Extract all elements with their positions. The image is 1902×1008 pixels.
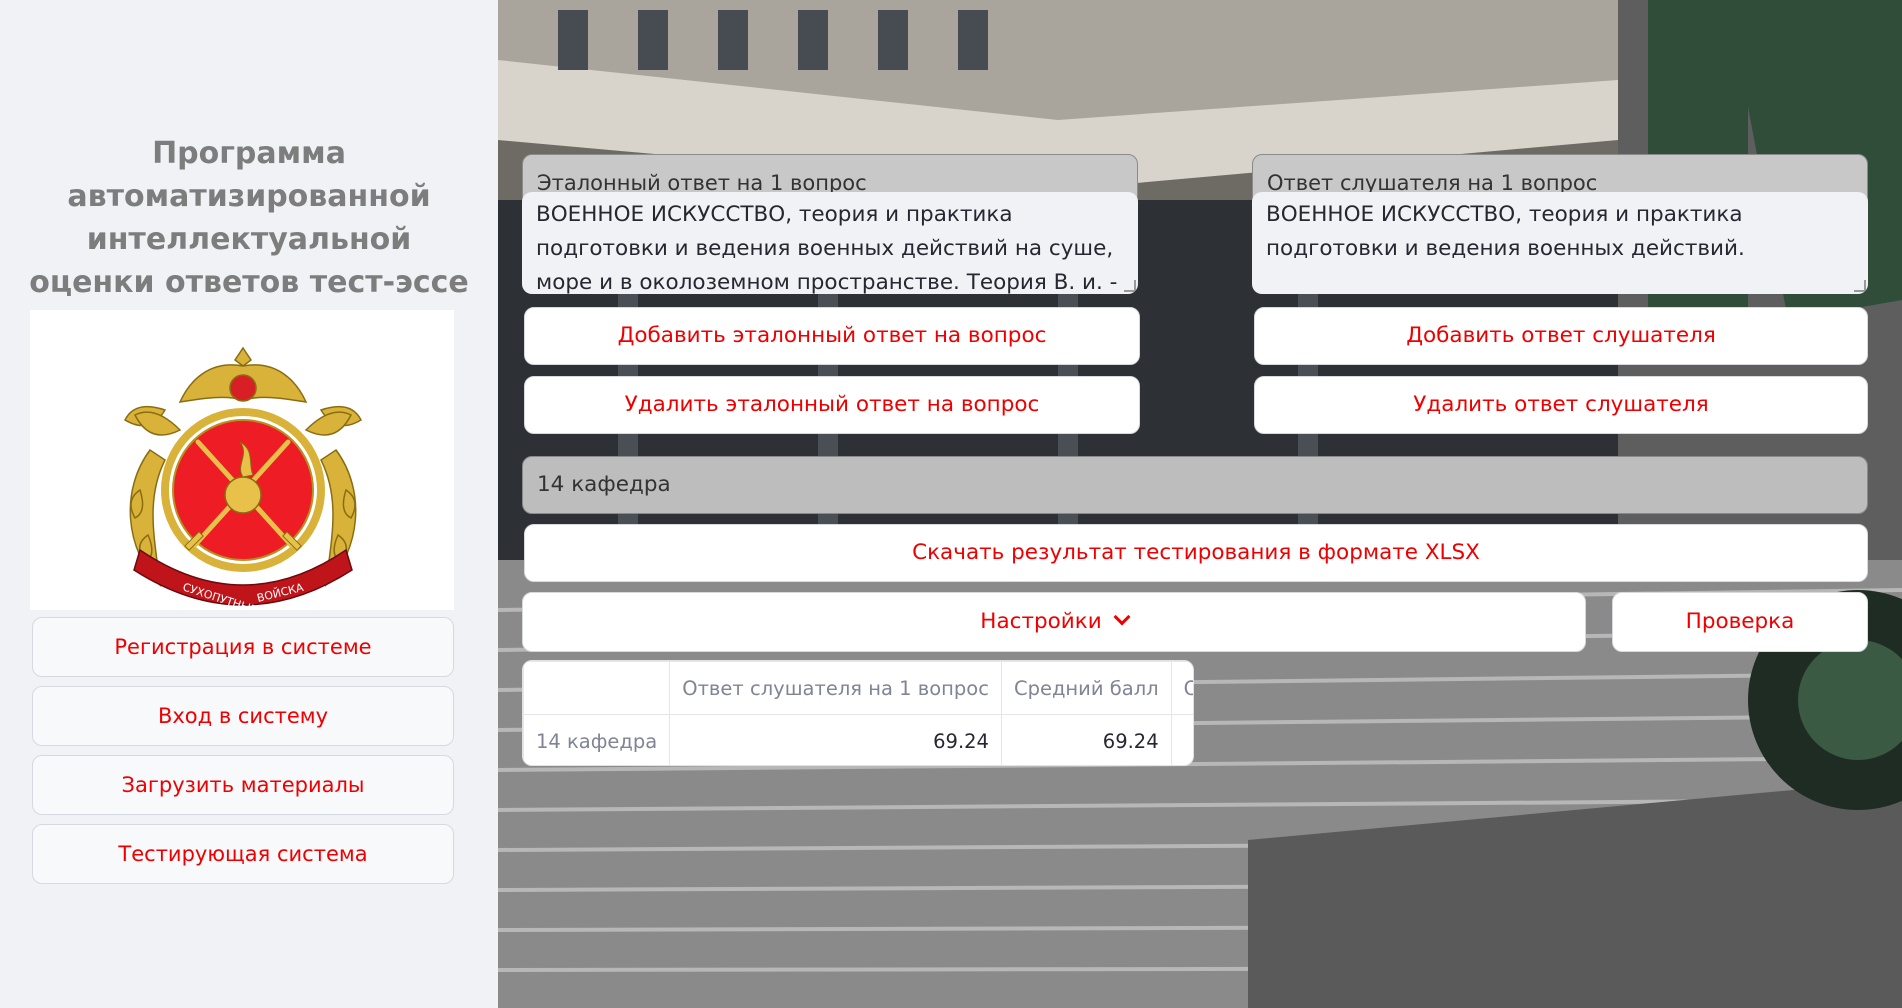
student-answer-group: Ответ слушателя на 1 вопрос ВОЕННОЕ ИСКУ… bbox=[1252, 154, 1868, 300]
table-header-answer: Ответ слушателя на 1 вопрос bbox=[669, 661, 1002, 715]
student-answer-text: ВОЕННОЕ ИСКУССТВО, теория и практика под… bbox=[1266, 202, 1745, 261]
emblem-logo: СУХОПУТНЫЕ ВОЙСКА bbox=[30, 310, 454, 610]
main-area: Эталонный ответ на 1 вопрос ВОЕННОЕ ИСКУ… bbox=[498, 0, 1902, 1008]
delete-reference-answer-button[interactable]: Удалить эталонный ответ на вопрос bbox=[524, 376, 1140, 434]
sidebar-item-registration[interactable]: Регистрация в системе bbox=[32, 617, 454, 677]
table-header-grade: Оценка bbox=[1170, 661, 1193, 715]
table-cell-grade: 3 bbox=[1170, 714, 1193, 765]
app-title: Программа автоматизированной интеллектуа… bbox=[29, 136, 469, 300]
table-cell-answer-score: 69.24 bbox=[669, 714, 1002, 765]
table-cell-average: 69.24 bbox=[1000, 714, 1172, 765]
ground-forces-emblem-icon: СУХОПУТНЫЕ ВОЙСКА bbox=[124, 346, 362, 610]
reference-answer-textarea[interactable]: ВОЕННОЕ ИСКУССТВО, теория и практика под… bbox=[522, 192, 1138, 294]
reference-answer-group: Эталонный ответ на 1 вопрос ВОЕННОЕ ИСКУ… bbox=[522, 154, 1138, 300]
download-xlsx-button[interactable]: Скачать результат тестирования в формате… bbox=[524, 524, 1868, 582]
resize-handle-icon[interactable] bbox=[1854, 280, 1866, 292]
table-cell-name: 14 кафедра bbox=[523, 714, 671, 765]
app-window: Программа автоматизированной интеллектуа… bbox=[0, 0, 1902, 1008]
table-header-index bbox=[523, 661, 671, 715]
add-student-answer-button[interactable]: Добавить ответ слушателя bbox=[1254, 307, 1868, 365]
add-reference-answer-button[interactable]: Добавить эталонный ответ на вопрос bbox=[524, 307, 1140, 365]
results-table: Ответ слушателя на 1 вопрос Средний балл… bbox=[522, 660, 1194, 766]
department-select-value: 14 кафедра bbox=[537, 472, 671, 497]
delete-student-answer-button[interactable]: Удалить ответ слушателя bbox=[1254, 376, 1868, 434]
sidebar-item-login[interactable]: Вход в систему bbox=[32, 686, 454, 746]
reference-answer-text: ВОЕННОЕ ИСКУССТВО, теория и практика под… bbox=[536, 202, 1118, 294]
table-header-row: Ответ слушателя на 1 вопрос Средний балл… bbox=[523, 661, 1193, 715]
sidebar: Программа автоматизированной интеллектуа… bbox=[0, 0, 498, 1008]
student-answer-textarea[interactable]: ВОЕННОЕ ИСКУССТВО, теория и практика под… bbox=[1252, 192, 1868, 294]
table-row: 14 кафедра 69.24 69.24 3 bbox=[523, 714, 1193, 765]
chevron-down-icon bbox=[1113, 608, 1131, 626]
resize-handle-icon[interactable] bbox=[1124, 280, 1136, 292]
department-select[interactable]: 14 кафедра bbox=[522, 456, 1868, 514]
table-header-average: Средний балл bbox=[1000, 661, 1172, 715]
sidebar-item-upload-materials[interactable]: Загрузить материалы bbox=[32, 755, 454, 815]
settings-expander[interactable]: Настройки bbox=[522, 592, 1586, 652]
check-button[interactable]: Проверка bbox=[1612, 592, 1868, 652]
settings-label: Настройки bbox=[980, 609, 1102, 634]
sidebar-item-testing-system[interactable]: Тестирующая система bbox=[32, 824, 454, 884]
